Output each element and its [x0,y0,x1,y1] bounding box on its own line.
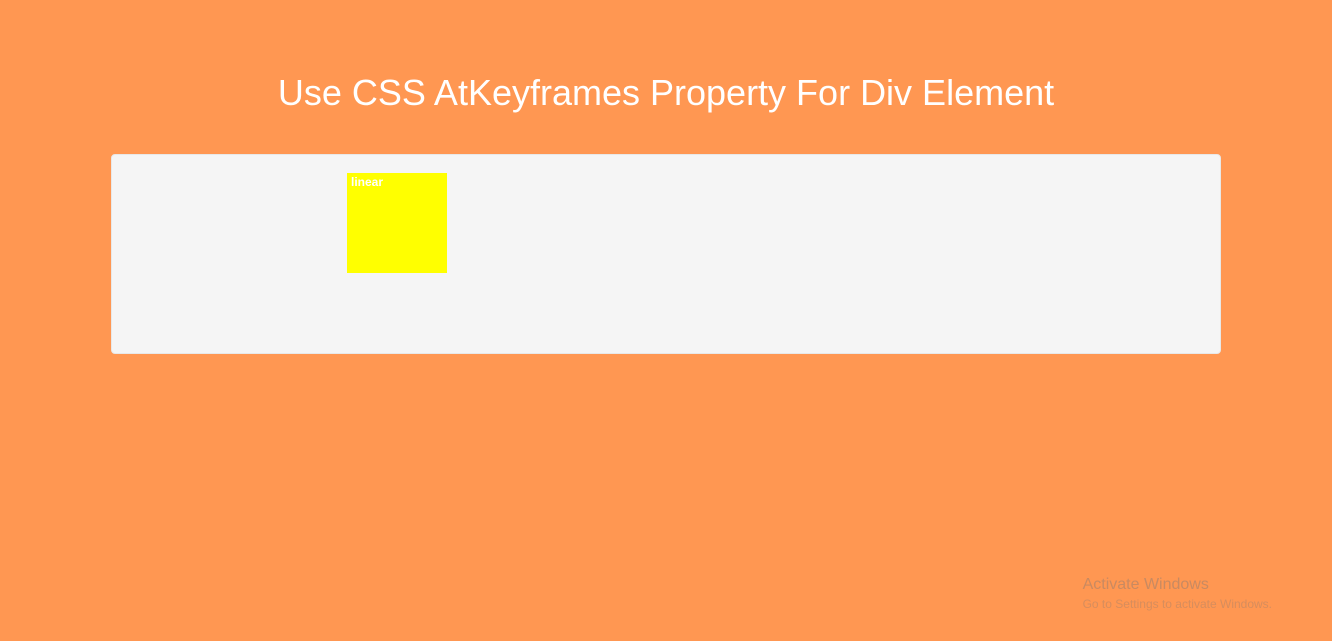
watermark-title: Activate Windows [1083,574,1272,596]
watermark-subtitle: Go to Settings to activate Windows. [1083,596,1272,613]
windows-watermark: Activate Windows Go to Settings to activ… [1083,574,1272,613]
animated-box: linear [347,173,447,273]
page-title: Use CSS AtKeyframes Property For Div Ele… [0,0,1332,154]
demo-container: linear [111,154,1221,354]
